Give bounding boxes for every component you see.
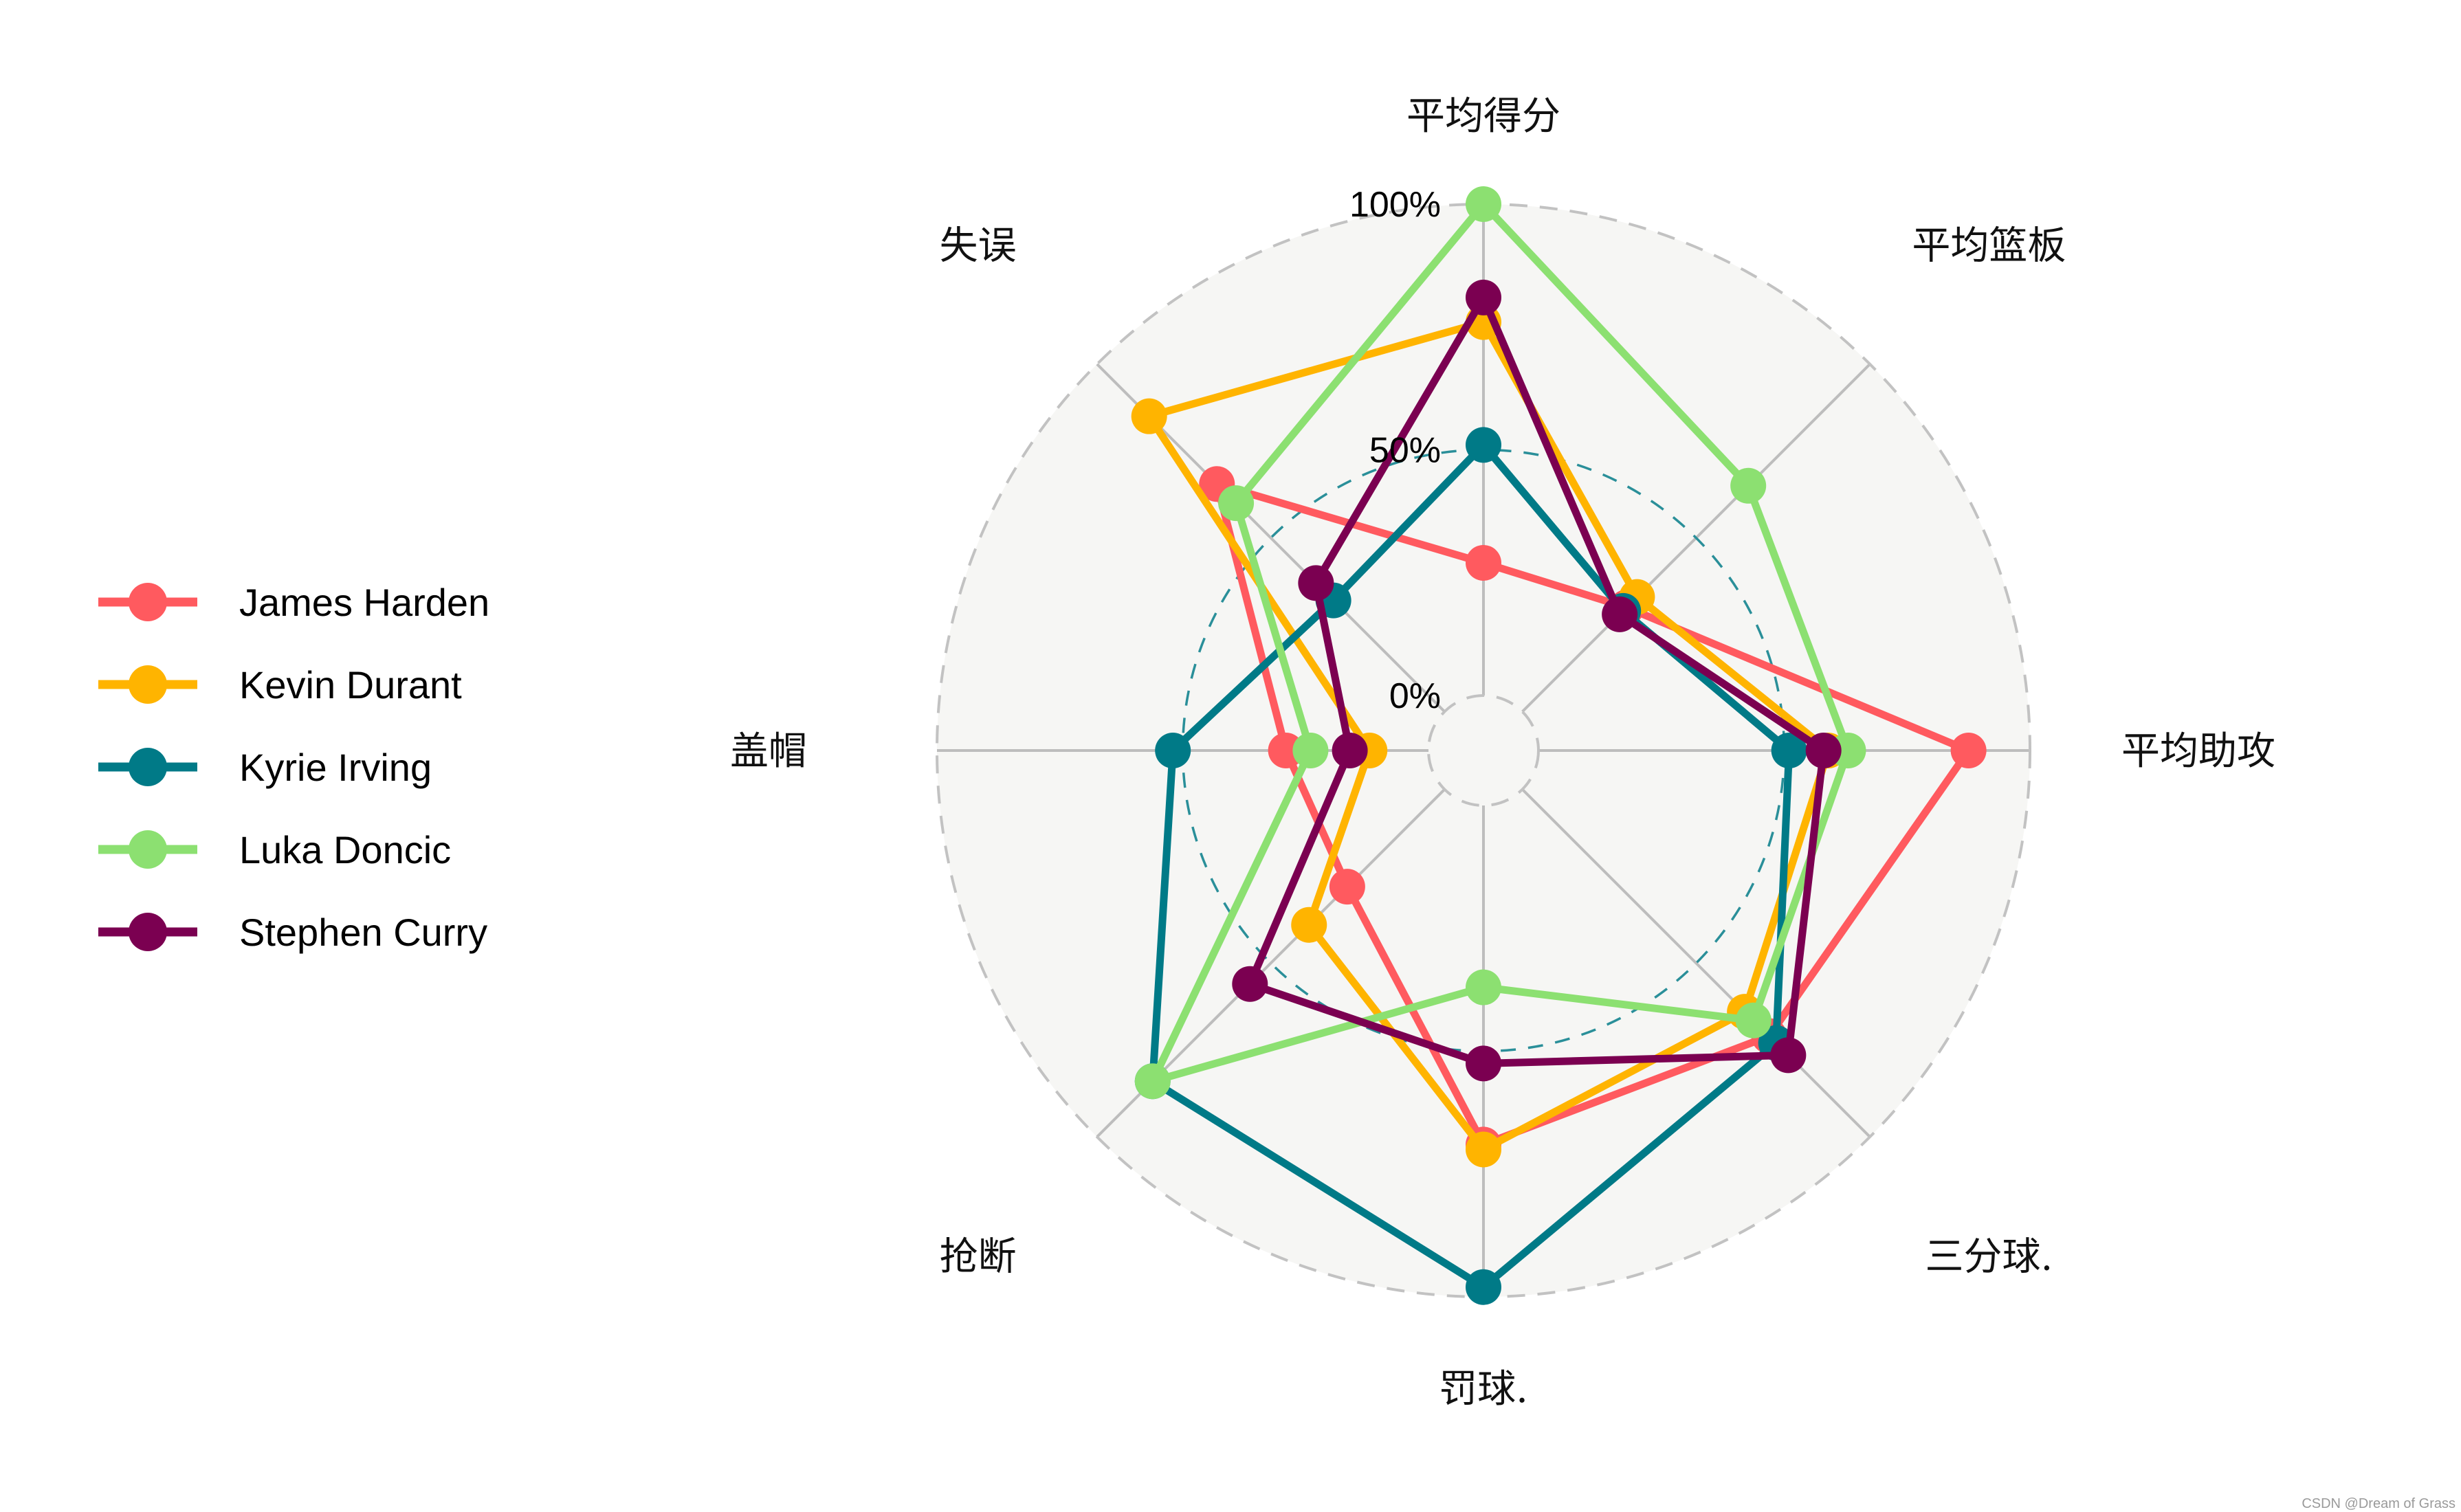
legend-label: James Harden bbox=[239, 581, 489, 624]
watermark: CSDN @Dream of Grass bbox=[2302, 1496, 2456, 1511]
tick-label-0: 0% bbox=[1389, 676, 1441, 716]
tick-label-50: 50% bbox=[1369, 431, 1441, 471]
axis-label-5: 罚球. bbox=[1439, 1367, 1528, 1412]
data-point-1 bbox=[1466, 186, 1501, 222]
data-point-3 bbox=[1805, 733, 1842, 768]
legend-label: Kyrie Irving bbox=[239, 746, 432, 789]
data-point-4 bbox=[1735, 1002, 1772, 1038]
data-point-1 bbox=[1466, 279, 1501, 315]
legend-item: Kyrie Irving bbox=[98, 746, 432, 789]
data-point-1 bbox=[1466, 427, 1501, 463]
radar-chart: 平均得分平均篮板平均助攻三分球. 罚球. 抢断 盖帽 失误 0% 50% 100% Jame… bbox=[98, 94, 2456, 1511]
data-point-6 bbox=[1232, 966, 1268, 1002]
legend-item: James Harden bbox=[98, 581, 489, 624]
data-point-7 bbox=[1332, 733, 1368, 768]
legend-item: Luka Doncic bbox=[98, 828, 451, 871]
data-point-6 bbox=[1291, 907, 1327, 943]
data-point-3 bbox=[1950, 733, 1987, 768]
data-point-6 bbox=[1134, 1063, 1171, 1100]
axis-label-2: 平均篮板 bbox=[1912, 224, 2066, 269]
data-point-5 bbox=[1466, 1269, 1501, 1305]
data-point-5 bbox=[1466, 1131, 1501, 1168]
legend-marker bbox=[129, 748, 167, 786]
legend-marker bbox=[129, 665, 167, 704]
axis-label-1: 平均得分 bbox=[1406, 94, 1560, 139]
data-point-5 bbox=[1466, 1045, 1501, 1082]
data-point-8 bbox=[1131, 398, 1167, 434]
legend-marker bbox=[129, 913, 167, 951]
legend-marker bbox=[129, 583, 167, 621]
data-point-2 bbox=[1602, 596, 1638, 632]
data-point-7 bbox=[1155, 733, 1191, 768]
data-point-8 bbox=[1298, 565, 1334, 601]
legend-item: Kevin Durant bbox=[98, 663, 462, 707]
data-point-6 bbox=[1329, 869, 1365, 905]
axis-label-4: 三分球. bbox=[1925, 1234, 2053, 1279]
axis-label-7: 盖帽 bbox=[730, 729, 807, 774]
legend-label: Stephen Curry bbox=[239, 911, 487, 954]
axis-label-6: 抢断 bbox=[940, 1234, 1017, 1279]
legend-item: Stephen Curry bbox=[98, 911, 487, 954]
data-point-7 bbox=[1292, 733, 1329, 768]
data-point-4 bbox=[1770, 1037, 1807, 1074]
data-point-5 bbox=[1466, 969, 1501, 1005]
legend-label: Kevin Durant bbox=[239, 663, 462, 707]
data-point-8 bbox=[1218, 485, 1255, 522]
data-point-1 bbox=[1466, 544, 1501, 581]
legend: James Harden Kevin Durant Kyrie Irving Luka… bbox=[98, 581, 489, 954]
axis-label-8: 失误 bbox=[940, 224, 1017, 269]
data-point-2 bbox=[1730, 467, 1767, 504]
legend-label: Luka Doncic bbox=[239, 828, 451, 871]
axis-label-3: 平均助攻 bbox=[2121, 729, 2275, 774]
legend-marker bbox=[129, 830, 167, 869]
tick-label-100: 100% bbox=[1349, 185, 1441, 225]
